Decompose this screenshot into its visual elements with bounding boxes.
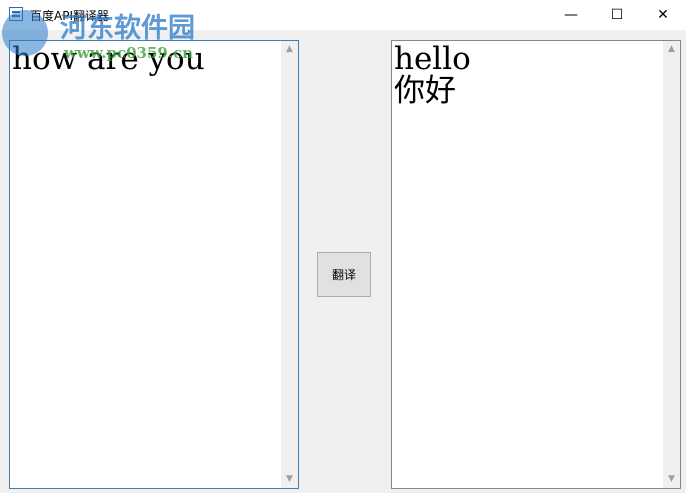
scroll-down-icon[interactable]: ▼ [281,471,298,488]
app-icon [9,7,23,21]
translate-button[interactable]: 翻译 [317,252,371,297]
result-text: hello 你好 [394,41,471,109]
scroll-up-icon[interactable]: ▲ [663,41,680,58]
scroll-down-icon[interactable]: ▼ [663,471,680,488]
source-text: how are you [12,41,205,77]
title-bar: 百度API翻译器 — ☐ ✕ [0,0,686,30]
source-scrollbar[interactable]: ▲ ▼ [281,41,298,488]
source-text-input[interactable]: how are you ▲ ▼ [9,40,299,489]
window-title: 百度API翻译器 [30,9,109,23]
minimize-button[interactable]: — [548,0,594,30]
close-button[interactable]: ✕ [640,0,686,30]
result-scrollbar[interactable]: ▲ ▼ [663,41,680,488]
maximize-button[interactable]: ☐ [594,0,640,30]
result-text-output[interactable]: hello 你好 ▲ ▼ [391,40,681,489]
scroll-up-icon[interactable]: ▲ [281,41,298,58]
